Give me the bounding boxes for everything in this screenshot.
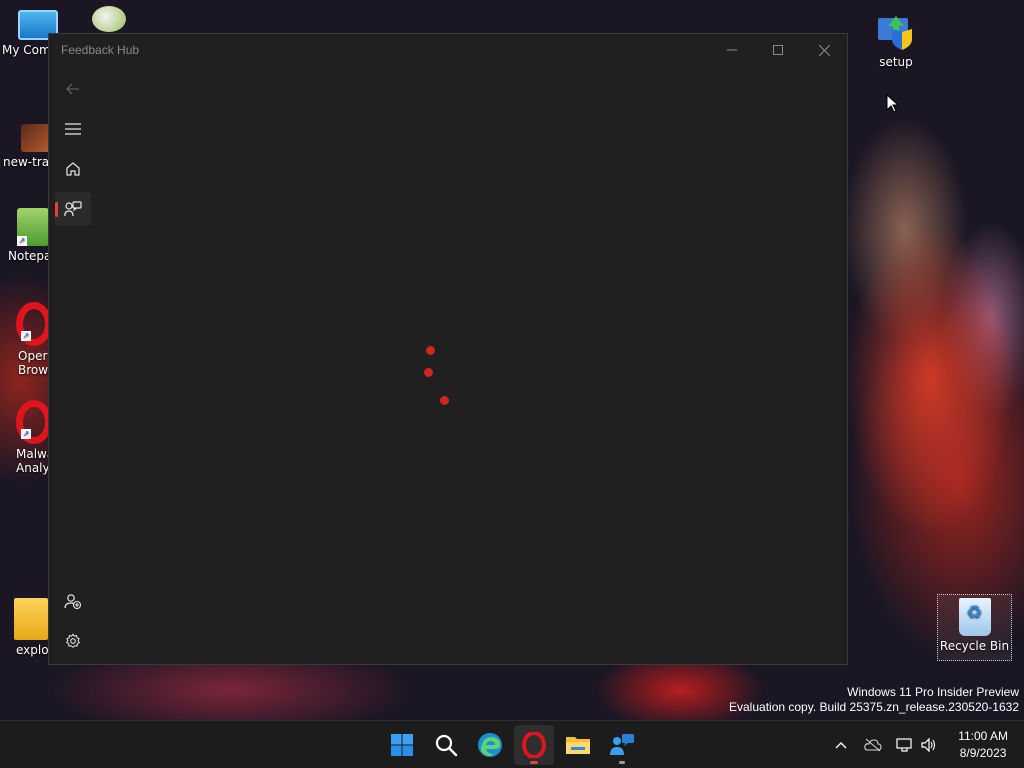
nav-feedback[interactable] — [55, 192, 91, 226]
onedrive-icon — [864, 738, 882, 752]
shortcut-arrow-icon: ↗ — [21, 331, 31, 341]
folder-icon — [14, 598, 48, 640]
window-title: Feedback Hub — [61, 43, 140, 57]
watermark-line-2: Evaluation copy. Build 25375.zn_release.… — [729, 700, 1019, 714]
feedback-hub-icon — [610, 734, 634, 755]
mouse-cursor-icon — [886, 94, 900, 113]
opera-icon: ↗ — [16, 400, 52, 444]
tray-overflow-button[interactable] — [830, 733, 852, 757]
windows-watermark: Windows 11 Pro Insider Preview Evaluatio… — [729, 685, 1019, 715]
running-indicator — [619, 761, 625, 764]
start-button[interactable] — [382, 725, 422, 765]
chevron-up-icon — [835, 742, 847, 749]
taskbar: 11:00 AM 8/9/2023 — [0, 720, 1024, 768]
desktop-icon-label: Recycle Bin — [939, 639, 1010, 653]
minimize-icon — [727, 49, 737, 51]
selection-indicator — [55, 202, 58, 217]
loading-dot — [440, 396, 449, 405]
nav-settings[interactable] — [55, 624, 91, 658]
start-icon — [391, 734, 413, 756]
desktop-icon-recycle-bin[interactable]: ♻ Recycle Bin — [937, 598, 1012, 653]
loading-dot — [426, 346, 435, 355]
recycle-bin-icon: ♻ — [958, 598, 991, 636]
taskbar-edge[interactable] — [470, 725, 510, 765]
opera-icon: ↗ — [16, 302, 52, 346]
tray-volume[interactable] — [918, 733, 940, 757]
nav-home[interactable] — [55, 152, 91, 186]
maximize-button[interactable] — [755, 34, 801, 66]
loading-spinner — [419, 339, 459, 409]
add-person-icon — [64, 594, 82, 609]
back-arrow-icon — [66, 83, 79, 95]
desktop-icon-game[interactable] — [84, 6, 134, 35]
desktop-icon-setup[interactable]: setup — [858, 12, 934, 69]
feedback-hub-window: Feedback Hub — [48, 33, 848, 665]
taskbar-clock[interactable]: 11:00 AM 8/9/2023 — [958, 728, 1008, 762]
close-icon — [818, 44, 830, 56]
edge-icon — [478, 733, 502, 757]
nav-add-account[interactable] — [55, 584, 91, 618]
setup-icon — [876, 12, 916, 52]
clock-time: 11:00 AM — [958, 729, 1008, 743]
search-button[interactable] — [426, 725, 466, 765]
loading-dot — [424, 368, 433, 377]
menu-button[interactable] — [55, 112, 91, 146]
opera-icon — [522, 732, 546, 758]
notepad-icon: ↗ — [17, 208, 49, 246]
desktop-icon-label: setup — [879, 55, 913, 69]
running-indicator — [530, 761, 538, 764]
file-explorer-icon — [566, 737, 590, 754]
watermark-line-1: Windows 11 Pro Insider Preview — [847, 685, 1019, 699]
gear-icon — [66, 633, 80, 648]
tray-network[interactable] — [894, 733, 916, 757]
volume-icon — [921, 737, 936, 753]
clock-date: 8/9/2023 — [959, 746, 1007, 760]
feedback-icon — [64, 201, 82, 217]
back-button[interactable] — [55, 72, 91, 106]
tray-onedrive[interactable] — [862, 733, 884, 757]
shortcut-arrow-icon: ↗ — [21, 429, 31, 439]
minimize-button[interactable] — [709, 34, 755, 66]
taskbar-file-explorer[interactable] — [558, 725, 598, 765]
search-icon — [435, 734, 458, 757]
taskbar-feedback-hub[interactable] — [602, 725, 642, 765]
close-button[interactable] — [801, 34, 847, 66]
taskbar-opera[interactable] — [514, 725, 554, 765]
network-icon — [896, 738, 912, 752]
home-icon — [66, 162, 80, 176]
game-icon — [92, 6, 126, 32]
recycle-symbol-icon: ♻ — [966, 602, 983, 623]
hamburger-icon — [65, 123, 81, 135]
shortcut-arrow-icon: ↗ — [17, 236, 27, 246]
maximize-icon — [773, 45, 783, 55]
title-bar[interactable]: Feedback Hub — [49, 34, 847, 66]
